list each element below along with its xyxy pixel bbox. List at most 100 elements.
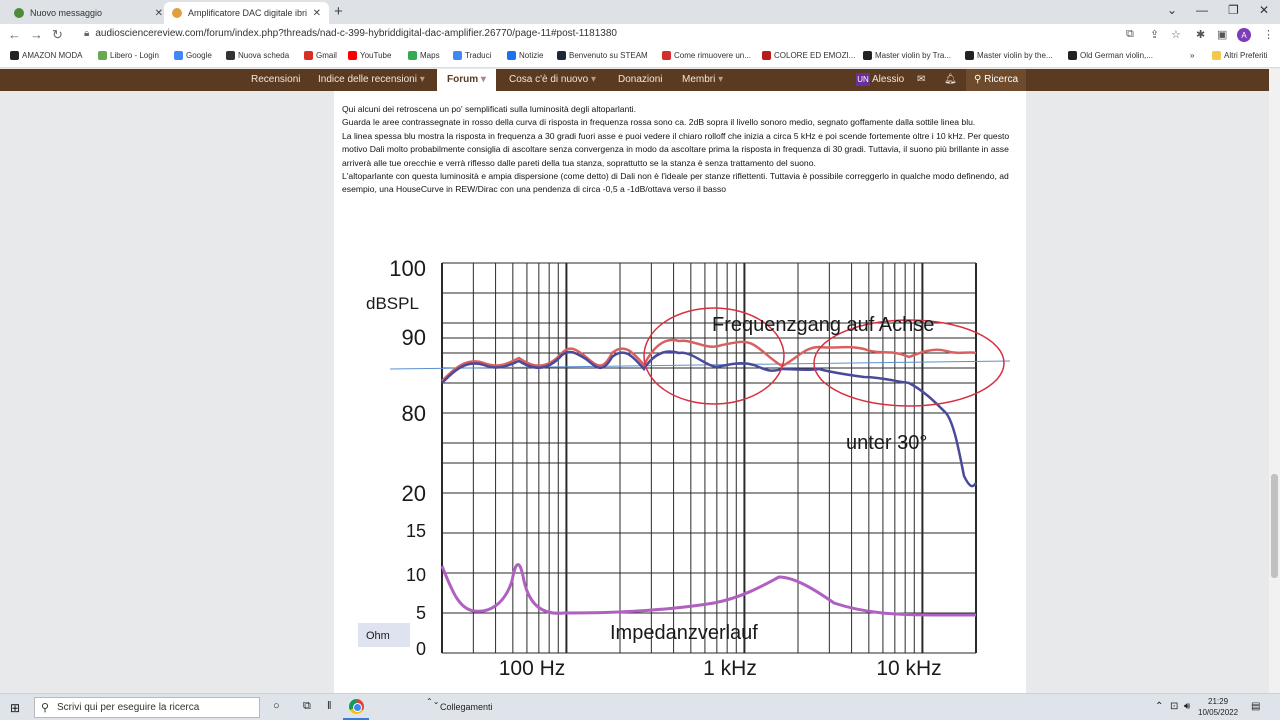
restore-icon[interactable]: ❐ <box>1228 3 1239 17</box>
bookmark-item[interactable]: AMAZON MODA <box>10 51 82 60</box>
nav-membri[interactable]: Membri ▾ <box>682 74 723 85</box>
post-text: Qui alcuni dei retroscena un po' semplif… <box>342 103 1022 197</box>
cortana-icon[interactable]: ○ <box>273 700 280 712</box>
close-icon[interactable]: ✕ <box>313 8 321 19</box>
forward-arrow-icon[interactable]: → <box>30 27 43 42</box>
bookmark-item[interactable]: Gmail <box>304 51 337 60</box>
y-tick-label: 100 <box>389 256 426 281</box>
bookmark-item[interactable]: Master violin by Tra... <box>863 51 951 60</box>
post-paragraph: L'altoparlante con questa luminosità e a… <box>342 171 1009 195</box>
new-tab-button[interactable]: + <box>334 3 343 20</box>
bookmark-item[interactable]: Libero - Login <box>98 51 159 60</box>
nav-recensioni[interactable]: Recensioni <box>251 74 300 85</box>
ohm-label: Ohm <box>366 630 390 642</box>
bookmark-item[interactable]: Notizie <box>507 51 543 60</box>
bookmark-favicon-icon <box>1068 51 1077 60</box>
bookmark-favicon-icon <box>762 51 771 60</box>
inbox-icon[interactable]: ✉ <box>917 74 925 85</box>
taskbar-clock[interactable]: 21:29 10/05/2022 <box>1198 696 1238 718</box>
bookmark-item[interactable]: Maps <box>408 51 440 60</box>
pinned-app-icon[interactable]: ‖ <box>327 700 332 712</box>
tab-amplificatore[interactable]: Amplificatore DAC digitale ibrido ✕ <box>164 2 329 24</box>
y-unit-label: dBSPL <box>366 294 419 313</box>
address-toolbar: ← → ↻ 🔒︎ audiosciencereview.com/forum/ind… <box>0 24 1280 46</box>
user-name[interactable]: Alessio <box>872 74 904 85</box>
bookmark-item[interactable]: Traduci <box>453 51 491 60</box>
bookmark-favicon-icon <box>174 51 183 60</box>
bookmark-favicon-icon <box>662 51 671 60</box>
collegamenti-toolbar[interactable]: Collegamenti <box>440 702 493 712</box>
tray-chevron-icon[interactable]: ⌃ <box>1155 701 1163 712</box>
search-icon: ⚲ <box>974 74 982 85</box>
x-tick-label: 100 Hz <box>499 657 566 680</box>
bookmark-item[interactable]: COLORE ED EMOZI... <box>762 51 855 60</box>
share-icon[interactable]: ⇪ <box>1150 28 1159 41</box>
bookmark-label: Nuova scheda <box>238 51 290 60</box>
reload-icon[interactable]: ↻ <box>52 27 63 43</box>
bookmark-item[interactable]: Nuova scheda <box>226 51 289 60</box>
task-view-icon[interactable]: ⧉ <box>303 700 311 713</box>
bookmark-label: Come rimuovere un... <box>674 51 751 60</box>
bookmark-item[interactable]: Master violin by the... <box>965 51 1053 60</box>
nav-indice-recensioni[interactable]: Indice delle recensioni ▾ <box>318 74 425 85</box>
star-icon[interactable]: ☆ <box>1171 28 1181 41</box>
minimize-icon[interactable]: — <box>1196 3 1208 17</box>
toolbar-expand-icon[interactable]: ⌃⌄ <box>426 697 439 706</box>
bookmark-favicon-icon <box>226 51 235 60</box>
menu-kebab-icon[interactable]: ⋮ <box>1263 28 1274 41</box>
tab-title: Nuovo messaggio <box>30 8 103 18</box>
forum-favicon-icon <box>14 8 24 18</box>
network-icon[interactable]: ⊡ <box>1170 701 1178 712</box>
scrollbar-thumb[interactable] <box>1271 474 1278 578</box>
bookmark-item[interactable]: Come rimuovere un... <box>662 51 751 60</box>
forum-favicon-icon <box>172 8 182 18</box>
clock-time: 21:29 <box>1208 697 1229 706</box>
translate-icon[interactable]: ⧉ <box>1126 28 1134 41</box>
volume-icon[interactable]: 🔊︎ <box>1184 701 1190 712</box>
off-axis-30-curve <box>441 350 978 488</box>
windows-start-icon[interactable]: ⊞ <box>10 701 20 715</box>
chevron-down-icon: ▾ <box>480 74 486 85</box>
back-arrow-icon[interactable]: ← <box>8 27 21 42</box>
frequency-response-image: 100 90 80 20 15 10 5 0 dBSPL Ohm 100 Hz … <box>334 241 1026 693</box>
user-avatar-badge[interactable]: UN <box>856 73 870 86</box>
impedance-curve <box>440 563 977 617</box>
close-icon[interactable]: ✕ <box>155 8 163 19</box>
nav-membri-label: Membri <box>682 74 716 85</box>
bookmark-favicon-icon <box>304 51 313 60</box>
tab-search-chevron-icon[interactable]: ⌄ <box>1167 3 1177 17</box>
side-panel-icon[interactable]: ▣ <box>1217 28 1227 41</box>
nav-cosa-ce-di-nuovo[interactable]: Cosa c'è di nuovo ▾ <box>509 74 596 85</box>
other-bookmarks[interactable]: Altri Preferiti <box>1212 51 1268 60</box>
y-tick-label: 0 <box>416 639 426 659</box>
browser-tab-strip: Nuovo messaggio ✕ Amplificatore DAC digi… <box>0 0 1280 24</box>
tab-nuovo-messaggio[interactable]: Nuovo messaggio ✕ <box>6 2 171 24</box>
nav-forum[interactable]: Forum ▾ <box>437 69 496 91</box>
bookmark-item[interactable]: Old German violin,... <box>1068 51 1153 60</box>
close-window-icon[interactable]: ✕ <box>1259 3 1269 17</box>
chrome-icon[interactable] <box>349 699 364 714</box>
nav-donazioni[interactable]: Donazioni <box>618 74 662 85</box>
extensions-icon[interactable]: ✱ <box>1196 28 1205 41</box>
nav-forum-label: Forum <box>447 74 479 85</box>
bookmark-label: Notizie <box>519 51 544 60</box>
bookmark-label: Old German violin,... <box>1080 51 1153 60</box>
bookmark-item[interactable]: Google <box>174 51 212 60</box>
other-bookmarks-label: Altri Preferiti <box>1224 51 1268 60</box>
bookmark-favicon-icon <box>98 51 107 60</box>
bookmark-favicon-icon <box>863 51 872 60</box>
bookmark-item[interactable]: YouTube <box>348 51 391 60</box>
post-content: Qui alcuni dei retroscena un po' semplif… <box>334 91 1026 693</box>
notifications-icon[interactable]: ▤ <box>1251 701 1260 712</box>
y-tick-label: 15 <box>406 521 426 541</box>
bookmark-label: YouTube <box>360 51 392 60</box>
bookmarks-more-button[interactable]: » <box>1190 51 1194 60</box>
page-scrollbar[interactable] <box>1269 69 1280 693</box>
address-bar[interactable]: 🔒︎ audiosciencereview.com/forum/index.php… <box>84 28 617 39</box>
bookmark-favicon-icon <box>965 51 974 60</box>
bell-icon[interactable]: 🔔︎ <box>944 74 957 85</box>
taskbar-search-box[interactable]: ⚲ Scrivi qui per eseguire la ricerca <box>34 697 260 718</box>
bookmark-item[interactable]: Benvenuto su STEAM <box>557 51 648 60</box>
search-button[interactable]: ⚲ Ricerca <box>966 69 1026 91</box>
profile-avatar[interactable]: A <box>1237 28 1251 42</box>
